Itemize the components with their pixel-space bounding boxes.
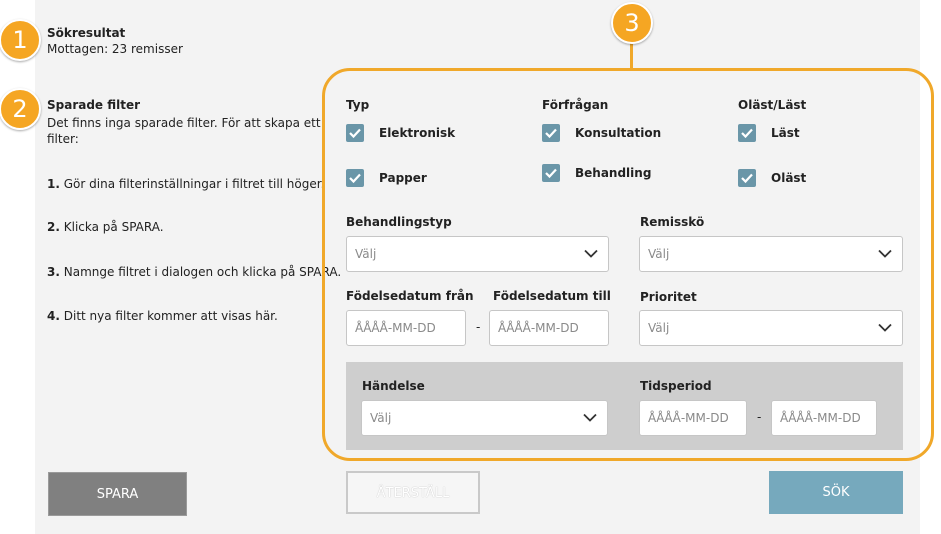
- reset-button[interactable]: ÅTERSTÄLL: [346, 471, 480, 514]
- saved-filters-title: Sparade filter: [47, 98, 141, 112]
- step-text: Ditt nya filter kommer att visas här.: [63, 309, 278, 323]
- step-text: Namnge filtret i dialogen och klicka på …: [63, 265, 342, 279]
- saved-filters-desc-cont: filter:: [47, 132, 79, 146]
- badge-3: 3: [611, 2, 653, 44]
- saved-filters-desc: Det finns inga sparade filter. För att s…: [47, 116, 321, 130]
- step-text: Gör dina filterinställningar i filtret t…: [63, 177, 325, 191]
- step-text: Klicka på SPARA.: [63, 220, 164, 234]
- step-2: 2. Klicka på SPARA.: [47, 220, 164, 234]
- save-button[interactable]: SPARA: [48, 472, 187, 516]
- badge-1: 1: [0, 19, 41, 61]
- step-number: 4.: [47, 309, 60, 323]
- filter-highlight-frame: [322, 68, 934, 461]
- results-title: Sökresultat: [47, 26, 126, 40]
- step-1: 1. Gör dina filterinställningar i filtre…: [47, 177, 324, 191]
- step-3: 3. Namnge filtret i dialogen och klicka …: [47, 265, 341, 279]
- step-number: 2.: [47, 220, 60, 234]
- badge-2: 2: [0, 88, 41, 130]
- step-4: 4. Ditt nya filter kommer att visas här.: [47, 309, 278, 323]
- search-button[interactable]: SÖK: [769, 471, 903, 514]
- results-count: Mottagen: 23 remisser: [47, 42, 183, 56]
- step-number: 3.: [47, 265, 60, 279]
- step-number: 1.: [47, 177, 60, 191]
